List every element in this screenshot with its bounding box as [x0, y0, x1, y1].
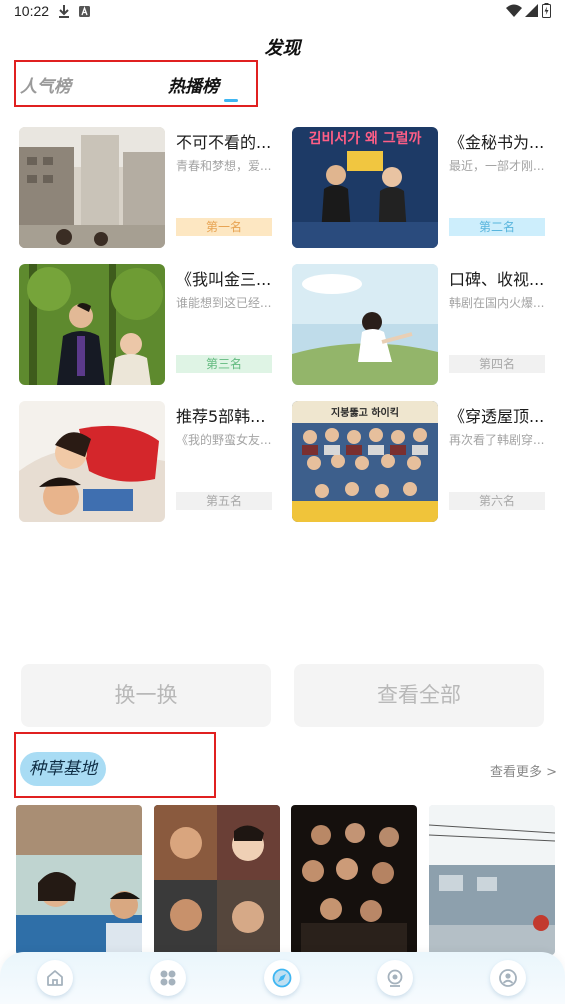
- section-title: 种草基地: [20, 752, 106, 786]
- ranking-title: 《我叫金三...: [176, 270, 272, 289]
- poster-title-text: 김비서가 왜 그럴까: [309, 130, 422, 147]
- home-icon: [47, 970, 63, 986]
- ranking-thumbnail-2: 김비서가 왜 그럴까: [292, 127, 438, 248]
- ranking-thumbnail-1: [19, 127, 165, 248]
- ranking-card-2[interactable]: 김비서가 왜 그럴까 《金秘书为... 最近，一部才刚... 第二名: [292, 127, 548, 249]
- nav-video[interactable]: [377, 960, 413, 996]
- ranking-desc: 再次看了韩剧穿...: [449, 433, 545, 447]
- view-more-link[interactable]: 查看更多 >: [490, 761, 557, 780]
- refresh-button[interactable]: 换一换: [21, 664, 271, 727]
- poster-item[interactable]: [154, 805, 280, 955]
- rank-badge: 第二名: [449, 218, 545, 236]
- ranking-title: 口碑、收视...: [449, 270, 545, 289]
- discover-icon: [272, 968, 292, 988]
- ranking-desc: 韩剧在国内火爆...: [449, 296, 545, 310]
- poster-item[interactable]: [429, 805, 555, 955]
- rank-badge: 第六名: [449, 492, 545, 510]
- tab-hot[interactable]: 热播榜: [168, 72, 219, 97]
- profile-icon: [499, 969, 517, 987]
- ranking-desc: 《我的野蛮女友...: [176, 433, 272, 447]
- page-title: 发现: [264, 38, 301, 59]
- category-icon: [160, 970, 176, 986]
- view-all-button[interactable]: 查看全部: [294, 664, 544, 727]
- notification-a-icon: [79, 6, 90, 17]
- signal-icon: [525, 4, 538, 17]
- ranking-title: 推荐5部韩...: [176, 407, 266, 426]
- ranking-thumbnail-6: 지붕뚫고 하이킥: [292, 401, 438, 522]
- ranking-desc: 谁能想到这已经...: [176, 296, 272, 310]
- ranking-card-6[interactable]: 지붕뚫고 하이킥 《穿透屋顶... 再次看了韩剧穿... 第六名: [292, 401, 548, 523]
- ranking-thumbnail-5: [19, 401, 165, 522]
- wifi-icon: [506, 4, 522, 17]
- nav-category[interactable]: [150, 960, 186, 996]
- ranking-title: 《金秘书为...: [449, 133, 545, 152]
- tab-popular[interactable]: 人气榜: [20, 72, 71, 97]
- battery-icon: [542, 3, 551, 18]
- rank-badge: 第一名: [176, 218, 272, 236]
- bottom-nav: [0, 952, 565, 1004]
- active-tab-indicator: [224, 99, 238, 102]
- ranking-title: 《穿透屋顶...: [449, 407, 545, 426]
- rank-badge: 第四名: [449, 355, 545, 373]
- status-bar: 10:22: [0, 0, 565, 26]
- ranking-thumbnail-3: [19, 264, 165, 385]
- status-time: 10:22: [14, 3, 50, 19]
- section-header: 种草基地: [14, 732, 216, 798]
- ranking-thumbnail-4: [292, 264, 438, 385]
- ranking-card-1[interactable]: 不可不看的... 青春和梦想，爱... 第一名: [19, 127, 275, 249]
- nav-home[interactable]: [37, 960, 73, 996]
- rank-badge: 第三名: [176, 355, 272, 373]
- ranking-tabs: 人气榜 热播榜: [14, 60, 258, 107]
- poster-item[interactable]: [291, 805, 417, 955]
- video-icon: [387, 969, 403, 987]
- ranking-desc: 青春和梦想，爱...: [176, 159, 272, 173]
- ranking-title: 不可不看的...: [176, 133, 272, 152]
- download-icon: [59, 5, 69, 18]
- ranking-desc: 最近，一部才刚...: [449, 159, 545, 173]
- nav-profile[interactable]: [490, 960, 526, 996]
- ranking-card-4[interactable]: 口碑、收视... 韩剧在国内火爆... 第四名: [292, 264, 548, 386]
- rank-badge: 第五名: [176, 492, 272, 510]
- ranking-card-5[interactable]: 推荐5部韩... 《我的野蛮女友... 第五名: [19, 401, 275, 523]
- ranking-card-3[interactable]: 《我叫金三... 谁能想到这已经... 第三名: [19, 264, 275, 386]
- nav-discover[interactable]: [264, 960, 300, 996]
- poster-title-text: 지붕뚫고 하이킥: [331, 406, 399, 419]
- poster-item[interactable]: [16, 805, 142, 955]
